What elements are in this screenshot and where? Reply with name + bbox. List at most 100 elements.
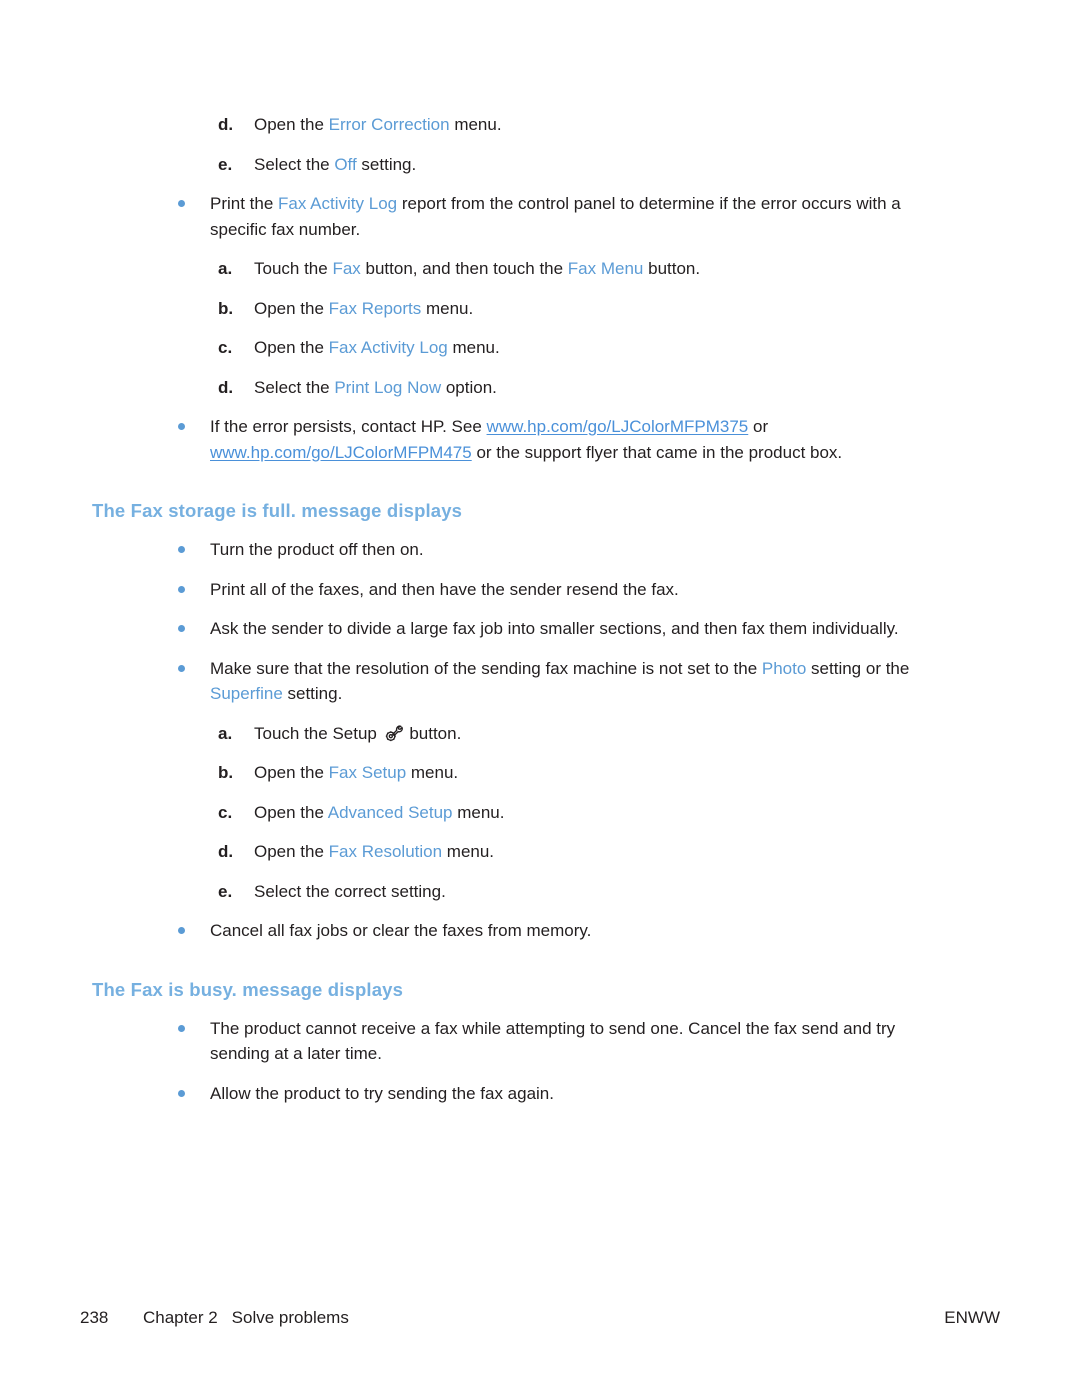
list-item-text: Open the Fax Resolution menu. bbox=[254, 842, 494, 861]
external-link[interactable]: www.hp.com/go/LJColorMFPM475 bbox=[210, 443, 472, 462]
body-text: menu. bbox=[449, 115, 502, 134]
footer-page-number: 238 bbox=[80, 1308, 109, 1327]
body-text: button. bbox=[404, 723, 462, 743]
bullet-marker bbox=[178, 1024, 185, 1032]
list-item-text: Allow the product to try sending the fax… bbox=[210, 1084, 554, 1103]
body-text: setting. bbox=[356, 154, 417, 174]
ui-term: Fax Reports bbox=[328, 298, 422, 318]
bullet-list-item: Turn the product off then on. bbox=[92, 537, 952, 563]
list-item-text: Turn the product off then on. bbox=[210, 540, 424, 559]
lettered-list-item: d. Open the Error Correction menu. bbox=[92, 112, 952, 138]
body-text: Select the bbox=[254, 154, 335, 174]
bullet-list-item: Ask the sender to divide a large fax job… bbox=[92, 616, 952, 642]
list-letter-marker: c. bbox=[218, 802, 233, 822]
list-item-text: The product cannot receive a fax while a… bbox=[210, 1019, 895, 1064]
page-content: d. Open the Error Correction menu. e. Selec… bbox=[92, 98, 952, 1106]
bullet-list-item: Cancel all fax jobs or clear the faxes f… bbox=[92, 918, 952, 944]
body-text: Ask the sender to divide a large fax job… bbox=[210, 619, 899, 639]
body-text: or the support flyer that came in the pr… bbox=[471, 442, 843, 462]
bullet-list-item: Print the Fax Activity Log report from t… bbox=[92, 191, 952, 242]
bullet-marker bbox=[178, 927, 185, 935]
ui-term: Print Log Now bbox=[334, 377, 442, 397]
body-text: Make sure that the resolution of the sen… bbox=[210, 658, 762, 678]
body-text: The product cannot receive a fax while a… bbox=[210, 1018, 896, 1064]
list-item-text: Ask the sender to divide a large fax job… bbox=[210, 619, 899, 638]
body-text: or bbox=[748, 417, 769, 436]
list-letter-marker: d. bbox=[218, 842, 234, 862]
list-letter-marker: a. bbox=[218, 259, 233, 278]
lettered-list-item: b. Open the Fax Reports menu. bbox=[92, 296, 952, 322]
ui-term: Error Correction bbox=[328, 115, 450, 134]
body-text: Touch the Setup bbox=[254, 723, 382, 743]
list-letter-marker: e. bbox=[218, 154, 233, 174]
body-text: Touch the bbox=[254, 259, 333, 278]
list-item-text: Print all of the faxes, and then have th… bbox=[210, 580, 679, 599]
body-text: button, and then touch the bbox=[360, 259, 568, 278]
lettered-list-item: e. Select the Off setting. bbox=[92, 152, 952, 178]
body-text: setting or the bbox=[806, 658, 910, 678]
list-letter-marker: b. bbox=[218, 763, 234, 783]
footer-chapter-number: Chapter 2 bbox=[143, 1308, 218, 1327]
list-letter-marker: c. bbox=[218, 338, 233, 357]
body-text: Open the bbox=[254, 115, 329, 134]
bullet-marker bbox=[178, 423, 185, 430]
body-text: menu. bbox=[421, 298, 474, 318]
ui-term: Advanced Setup bbox=[327, 802, 453, 822]
list-item-text: Select the Print Log Now option. bbox=[254, 378, 497, 397]
body-text: setting. bbox=[282, 684, 343, 704]
lettered-list-item: c. Open the Advanced Setup menu. bbox=[92, 800, 952, 826]
list-item-text: Open the Fax Activity Log menu. bbox=[254, 338, 500, 357]
body-text: Open the bbox=[254, 802, 328, 822]
list-item-text: If the error persists, contact HP. See w… bbox=[210, 417, 842, 462]
ui-term: Fax Activity Log bbox=[328, 338, 448, 357]
list-item-text: Touch the Setup button. bbox=[254, 724, 461, 743]
bullet-marker bbox=[178, 625, 185, 633]
list-item-text: Select the Off setting. bbox=[254, 155, 416, 174]
section-heading: The Fax is busy. message displays bbox=[92, 978, 404, 1000]
ui-term: Fax bbox=[332, 259, 361, 278]
bullet-list-item: If the error persists, contact HP. See w… bbox=[92, 414, 952, 465]
body-text: option. bbox=[441, 377, 497, 397]
document-page: d. Open the Error Correction menu. e. Selec… bbox=[0, 0, 1080, 1397]
list-item-text: Open the Error Correction menu. bbox=[254, 115, 502, 134]
body-text: Allow the product to try sending the fax… bbox=[210, 1083, 554, 1103]
bullet-marker bbox=[178, 664, 185, 672]
ui-term: Fax Menu bbox=[567, 259, 644, 278]
lettered-list-item: a. Touch the Setup button. bbox=[92, 721, 952, 747]
ui-term: Superfine bbox=[210, 684, 283, 704]
list-item-text: Select the correct setting. bbox=[254, 882, 446, 901]
list-item-text: Make sure that the resolution of the sen… bbox=[210, 659, 909, 704]
list-item-text: Print the Fax Activity Log report from t… bbox=[210, 194, 901, 239]
footer-left-group: 238 Chapter 2 Solve problems bbox=[80, 1308, 349, 1328]
external-link[interactable]: www.hp.com/go/LJColorMFPM375 bbox=[487, 417, 749, 436]
bullet-list-item: Print all of the faxes, and then have th… bbox=[92, 577, 952, 603]
setup-icon bbox=[384, 724, 403, 743]
list-letter-marker: d. bbox=[218, 115, 234, 134]
body-text: If the error persists, contact HP. See bbox=[210, 417, 487, 436]
footer-locale: ENWW bbox=[944, 1308, 1000, 1327]
ui-term: Photo bbox=[761, 658, 807, 678]
ui-term: Fax Resolution bbox=[328, 842, 443, 862]
bullet-marker bbox=[178, 1089, 185, 1097]
bullet-list-item: Allow the product to try sending the fax… bbox=[92, 1081, 952, 1107]
lettered-list-item: b. Open the Fax Setup menu. bbox=[92, 760, 952, 786]
list-item-text: Cancel all fax jobs or clear the faxes f… bbox=[210, 921, 591, 940]
list-letter-marker: d. bbox=[218, 377, 234, 397]
list-item-text: Open the Advanced Setup menu. bbox=[254, 803, 504, 822]
lettered-list-item: d. Select the Print Log Now option. bbox=[92, 375, 952, 401]
body-text: menu. bbox=[452, 802, 505, 822]
body-text: Print all of the faxes, and then have th… bbox=[210, 579, 679, 599]
list-letter-marker: e. bbox=[218, 881, 233, 901]
lettered-list-item: d. Open the Fax Resolution menu. bbox=[92, 839, 952, 865]
footer-chapter-title: Solve problems bbox=[231, 1308, 349, 1327]
lettered-list-item: c. Open the Fax Activity Log menu. bbox=[92, 335, 952, 361]
body-text: Open the bbox=[254, 763, 329, 783]
body-text: Open the bbox=[254, 842, 329, 862]
bullet-marker bbox=[178, 546, 185, 554]
ui-term: Off bbox=[334, 154, 357, 174]
bullet-marker bbox=[178, 585, 185, 593]
body-text: menu. bbox=[406, 763, 459, 783]
body-text: Turn the product off then on. bbox=[210, 540, 424, 560]
list-letter-marker: b. bbox=[218, 298, 234, 318]
body-text: menu. bbox=[447, 338, 500, 357]
